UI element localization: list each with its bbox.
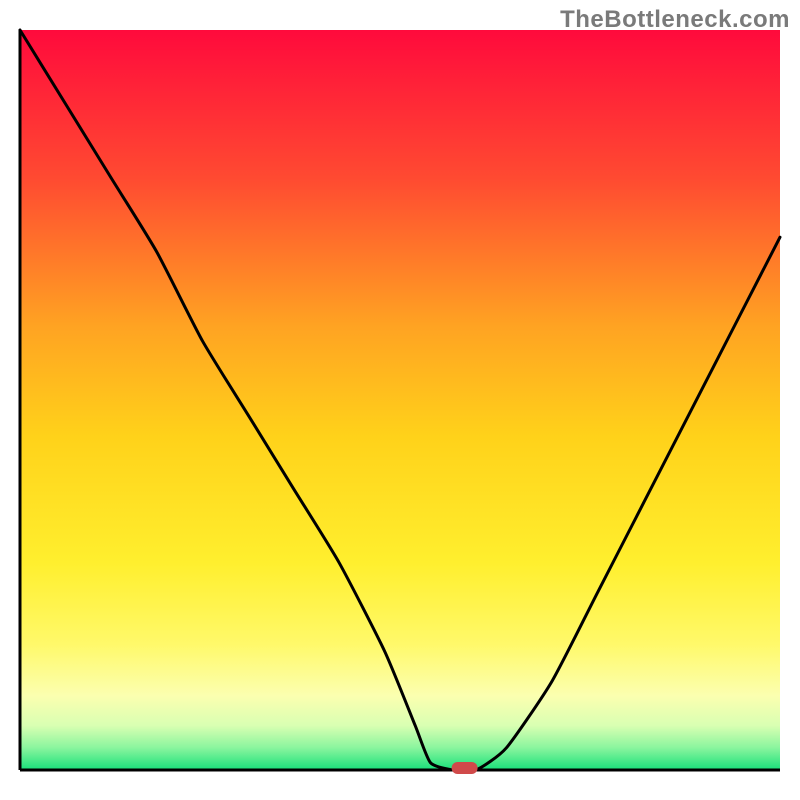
watermark-text: TheBottleneck.com xyxy=(560,6,790,34)
bottleneck-chart xyxy=(0,0,800,800)
chart-stage: TheBottleneck.com xyxy=(0,0,800,800)
plot-background xyxy=(20,30,780,770)
minimum-marker xyxy=(452,762,478,774)
